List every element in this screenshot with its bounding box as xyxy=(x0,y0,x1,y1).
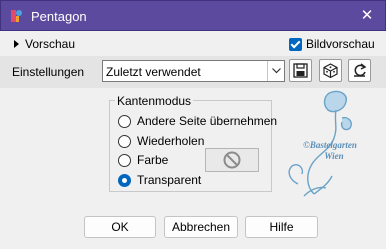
radio-label: Andere Seite übernehmen xyxy=(137,114,278,128)
close-button[interactable]: ✕ xyxy=(357,7,377,25)
settings-label: Einstellungen xyxy=(12,65,85,79)
radio-option-color[interactable]: Farbe xyxy=(118,152,168,168)
radio-option-repeat[interactable]: Wiederholen xyxy=(118,133,204,149)
radio-option-other-side[interactable]: Andere Seite übernehmen xyxy=(118,113,277,129)
radio-button[interactable] xyxy=(118,153,131,167)
radio-label: Wiederholen xyxy=(137,134,205,148)
radio-option-transparent[interactable]: Transparent xyxy=(118,172,201,188)
watermark-text-line1: ©Bastelgarten xyxy=(303,140,357,150)
save-icon xyxy=(293,63,308,78)
preview-toggle[interactable]: Vorschau xyxy=(14,36,75,52)
window-title: Pentagon xyxy=(31,9,87,24)
random-dice-icon xyxy=(323,63,338,79)
title-bar: Pentagon ✕ xyxy=(0,0,386,31)
help-button[interactable]: Hilfe xyxy=(245,216,318,238)
reset-icon xyxy=(354,63,367,77)
radio-button-checked[interactable] xyxy=(118,173,131,187)
color-swatch[interactable] xyxy=(205,148,259,172)
edge-mode-group-label: Kantenmodus xyxy=(115,94,194,108)
watermark-text-line2: Wien xyxy=(324,151,343,161)
cancel-button[interactable]: Abbrechen xyxy=(164,216,238,238)
radio-button[interactable] xyxy=(118,134,131,148)
image-preview-checkbox[interactable] xyxy=(289,37,302,51)
random-parameters-button[interactable] xyxy=(319,59,342,82)
image-preview-option[interactable]: Bildvorschau xyxy=(289,36,375,52)
app-logo-icon xyxy=(11,10,22,22)
radio-label: Farbe xyxy=(137,153,169,167)
image-preview-label: Bildvorschau xyxy=(306,37,375,51)
radio-button[interactable] xyxy=(118,114,131,128)
preview-label: Vorschau xyxy=(25,37,76,51)
save-preset-button[interactable] xyxy=(289,59,312,82)
reset-button[interactable] xyxy=(348,59,371,82)
disabled-icon xyxy=(223,151,241,169)
chevron-down-icon[interactable] xyxy=(267,61,284,81)
preset-select-value: Zuletzt verwendet xyxy=(106,65,201,79)
preset-select[interactable]: Zuletzt verwendet xyxy=(102,60,285,82)
radio-label: Transparent xyxy=(137,173,202,187)
watermark-logo: ©Bastelgarten Wien xyxy=(288,90,357,197)
expand-triangle-icon xyxy=(14,40,19,48)
ok-button[interactable]: OK xyxy=(84,216,156,238)
